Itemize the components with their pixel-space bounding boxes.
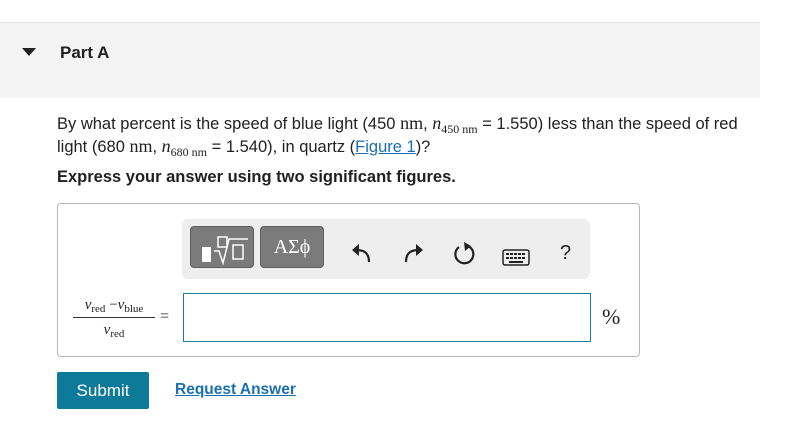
fraction-numerator: vred −vblue <box>84 297 144 315</box>
templates-button[interactable] <box>190 226 254 268</box>
collapse-caret-icon[interactable] <box>22 48 36 56</box>
part-header[interactable] <box>0 23 760 98</box>
part-title: Part A <box>60 43 110 62</box>
n-symbol-blue: n <box>432 113 442 133</box>
equals-sign: = <box>160 308 170 325</box>
expression-fraction: vred −vblue vred <box>73 297 155 340</box>
n-subscript-blue: 450 nm <box>441 122 478 136</box>
redo-icon[interactable] <box>402 242 426 269</box>
answer-instruction: Express your answer using two significan… <box>57 168 456 186</box>
submit-button[interactable]: Submit <box>57 372 149 409</box>
answer-input[interactable] <box>183 293 591 342</box>
unit-nm-blue: nm <box>400 113 424 133</box>
reset-icon[interactable] <box>452 242 476 271</box>
figure-link[interactable]: Figure 1 <box>355 138 416 156</box>
keyboard-icon[interactable] <box>502 249 530 272</box>
request-answer-link[interactable]: Request Answer <box>175 381 296 399</box>
help-button[interactable]: ? <box>560 242 571 265</box>
greek-symbols-button[interactable]: ΑΣϕ <box>260 226 324 268</box>
percent-unit: % <box>602 304 621 329</box>
unit-nm-red: nm <box>129 136 153 156</box>
fraction-bar <box>73 317 155 318</box>
n-symbol-red: n <box>161 136 171 156</box>
fraction-denominator: vred <box>103 322 125 340</box>
question-text: By what percent is the speed of blue lig… <box>57 113 738 159</box>
undo-icon[interactable] <box>349 242 373 269</box>
fraction-root-icon <box>202 236 248 266</box>
n-subscript-red: 680 nm <box>170 145 208 159</box>
